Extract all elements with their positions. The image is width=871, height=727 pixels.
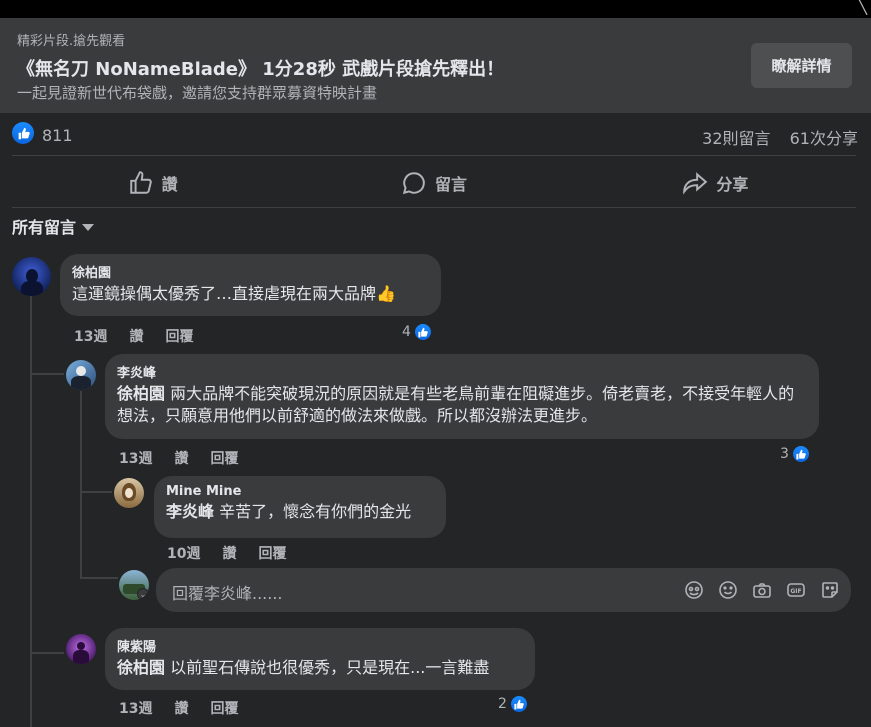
- sort-label: 所有留言: [12, 218, 77, 237]
- comment-reactions[interactable]: 2: [498, 694, 529, 714]
- avatar[interactable]: [66, 360, 96, 390]
- comment-text: 兩大品牌不能突破現況的原因就是有些老鳥前輩在阻礙進步。倚老賣老，不接受年輕人的想…: [117, 384, 795, 425]
- comment-button-label: 留言: [434, 175, 467, 194]
- gif-icon[interactable]: GIF: [785, 579, 807, 601]
- thread-line: [30, 296, 32, 727]
- camera-icon[interactable]: [751, 579, 773, 601]
- sticker-icon[interactable]: [819, 579, 841, 601]
- thread-connector: [80, 491, 112, 493]
- comment-count[interactable]: 32則留言: [702, 129, 770, 148]
- promo-title: 《無名刀 NoNameBlade》 1分28秒 武戲片段搶先釋出！: [17, 59, 505, 80]
- share-button[interactable]: 分享: [575, 161, 856, 205]
- comment-text: 辛苦了，懷念有你們的金光: [214, 502, 412, 521]
- avatar[interactable]: [66, 634, 96, 664]
- promo-banner[interactable]: 精彩片段.搶先觀看 《無名刀 NoNameBlade》 1分28秒 武戲片段搶先…: [0, 18, 871, 113]
- like-button-label: 讚: [161, 175, 178, 194]
- comment-meta: 13週 讚 回覆: [119, 448, 260, 468]
- share-arrow-icon: [683, 172, 708, 195]
- comment-bubble-icon: [402, 172, 425, 195]
- comment-time[interactable]: 13週: [119, 701, 152, 717]
- comment-time[interactable]: 13週: [119, 451, 152, 467]
- comment-text-wrap: 徐柏園 以前聖石傳說也很優秀，只是現在...一言難盡: [117, 658, 489, 677]
- share-button-label: 分享: [716, 175, 749, 194]
- like-button[interactable]: 讚: [12, 161, 293, 205]
- thread-line: [80, 391, 82, 579]
- reaction-count: 2: [498, 696, 507, 712]
- avatar-sticker-icon[interactable]: [683, 579, 705, 601]
- share-count[interactable]: 61次分享: [790, 129, 858, 148]
- comment-bubble: 陳紫陽 徐柏園 以前聖石傳說也很優秀，只是現在...一言難盡: [105, 628, 535, 690]
- current-user-avatar[interactable]: ⌄: [119, 570, 149, 600]
- mention-tag[interactable]: 李炎峰: [166, 502, 214, 521]
- like-reaction-icon[interactable]: [12, 122, 34, 144]
- thread-connector: [30, 652, 64, 654]
- reaction-count: 3: [780, 446, 789, 462]
- comment-text: 這運鏡操偶太優秀了…直接虐現在兩大品牌👍: [72, 284, 396, 303]
- comment-author[interactable]: Mine Mine: [166, 484, 434, 499]
- thread-connector: [30, 373, 64, 375]
- comment-button[interactable]: 留言: [293, 161, 574, 205]
- reply-placeholder: 回覆李炎峰......: [172, 584, 283, 603]
- like-reaction-icon: [508, 694, 529, 714]
- svg-text:GIF: GIF: [790, 588, 801, 595]
- comment-bubble: Mine Mine 李炎峰 辛苦了，懷念有你們的金光: [154, 476, 446, 538]
- comment-reply-link[interactable]: 回覆: [165, 329, 193, 345]
- comment-author[interactable]: 李炎峰: [117, 362, 807, 381]
- comment-bubble: 李炎峰 徐柏園 兩大品牌不能突破現況的原因就是有些老鳥前輩在阻礙進步。倚老賣老，…: [105, 354, 819, 439]
- emoji-icon[interactable]: [717, 579, 739, 601]
- comment-sort-dropdown[interactable]: 所有留言: [12, 214, 95, 238]
- avatar[interactable]: [12, 257, 51, 296]
- divider: [12, 155, 856, 156]
- divider: [12, 207, 856, 208]
- like-count[interactable]: 811: [42, 126, 73, 145]
- mention-tag[interactable]: 徐柏園: [117, 658, 165, 677]
- comment-reply-link[interactable]: 回覆: [210, 701, 238, 717]
- thread-connector: [80, 577, 118, 579]
- comment-like-link[interactable]: 讚: [222, 546, 236, 562]
- like-reaction-icon: [412, 322, 433, 342]
- comment-like-link[interactable]: 讚: [174, 451, 188, 467]
- comment-like-link[interactable]: 讚: [174, 701, 188, 717]
- thumbs-up-icon: [129, 171, 152, 194]
- promo-small-label: 精彩片段.搶先觀看: [17, 34, 126, 49]
- learn-more-button[interactable]: 瞭解詳情: [751, 43, 852, 88]
- post-stats: 811 32則留言 61次分享: [12, 122, 858, 150]
- reaction-count: 4: [402, 324, 411, 340]
- post-actions: 讚 留言 分享: [12, 161, 856, 205]
- comment-author[interactable]: 徐柏園: [72, 262, 429, 281]
- reply-input[interactable]: 回覆李炎峰...... GIF: [156, 568, 851, 612]
- avatar[interactable]: [114, 478, 144, 508]
- mention-tag[interactable]: 徐柏園: [117, 384, 165, 403]
- caret-down-icon: [82, 223, 95, 231]
- comment-text: 以前聖石傳說也很優秀，只是現在...一言難盡: [165, 658, 490, 677]
- comment-meta: 10週 讚 回覆: [167, 543, 308, 563]
- top-strip: ╲: [0, 0, 871, 18]
- comment-like-link[interactable]: 讚: [129, 329, 143, 345]
- close-icon[interactable]: ╲: [857, 0, 867, 15]
- comment-bubble: 徐柏園 這運鏡操偶太優秀了…直接虐現在兩大品牌👍: [60, 254, 441, 316]
- comment-text-wrap: 李炎峰 辛苦了，懷念有你們的金光: [166, 502, 411, 521]
- comment-reply-link[interactable]: 回覆: [258, 546, 286, 562]
- like-reaction-icon: [790, 444, 811, 464]
- comment-reactions[interactable]: 4: [402, 322, 433, 342]
- promo-subtitle: 一起見證新世代布袋戲，邀請您支持群眾募資特映計畫: [17, 84, 378, 102]
- comment-reactions[interactable]: 3: [780, 444, 811, 464]
- comment-time[interactable]: 13週: [74, 329, 107, 345]
- comment-author[interactable]: 陳紫陽: [117, 636, 523, 655]
- comment-meta: 13週 讚 回覆: [119, 698, 260, 718]
- comment-reply-link[interactable]: 回覆: [210, 451, 238, 467]
- comment-text-wrap: 徐柏園 兩大品牌不能突破現況的原因就是有些老鳥前輩在阻礙進步。倚老賣老，不接受年…: [117, 384, 794, 425]
- comment-time[interactable]: 10週: [167, 546, 200, 562]
- comment-meta: 13週 讚 回覆: [74, 326, 215, 346]
